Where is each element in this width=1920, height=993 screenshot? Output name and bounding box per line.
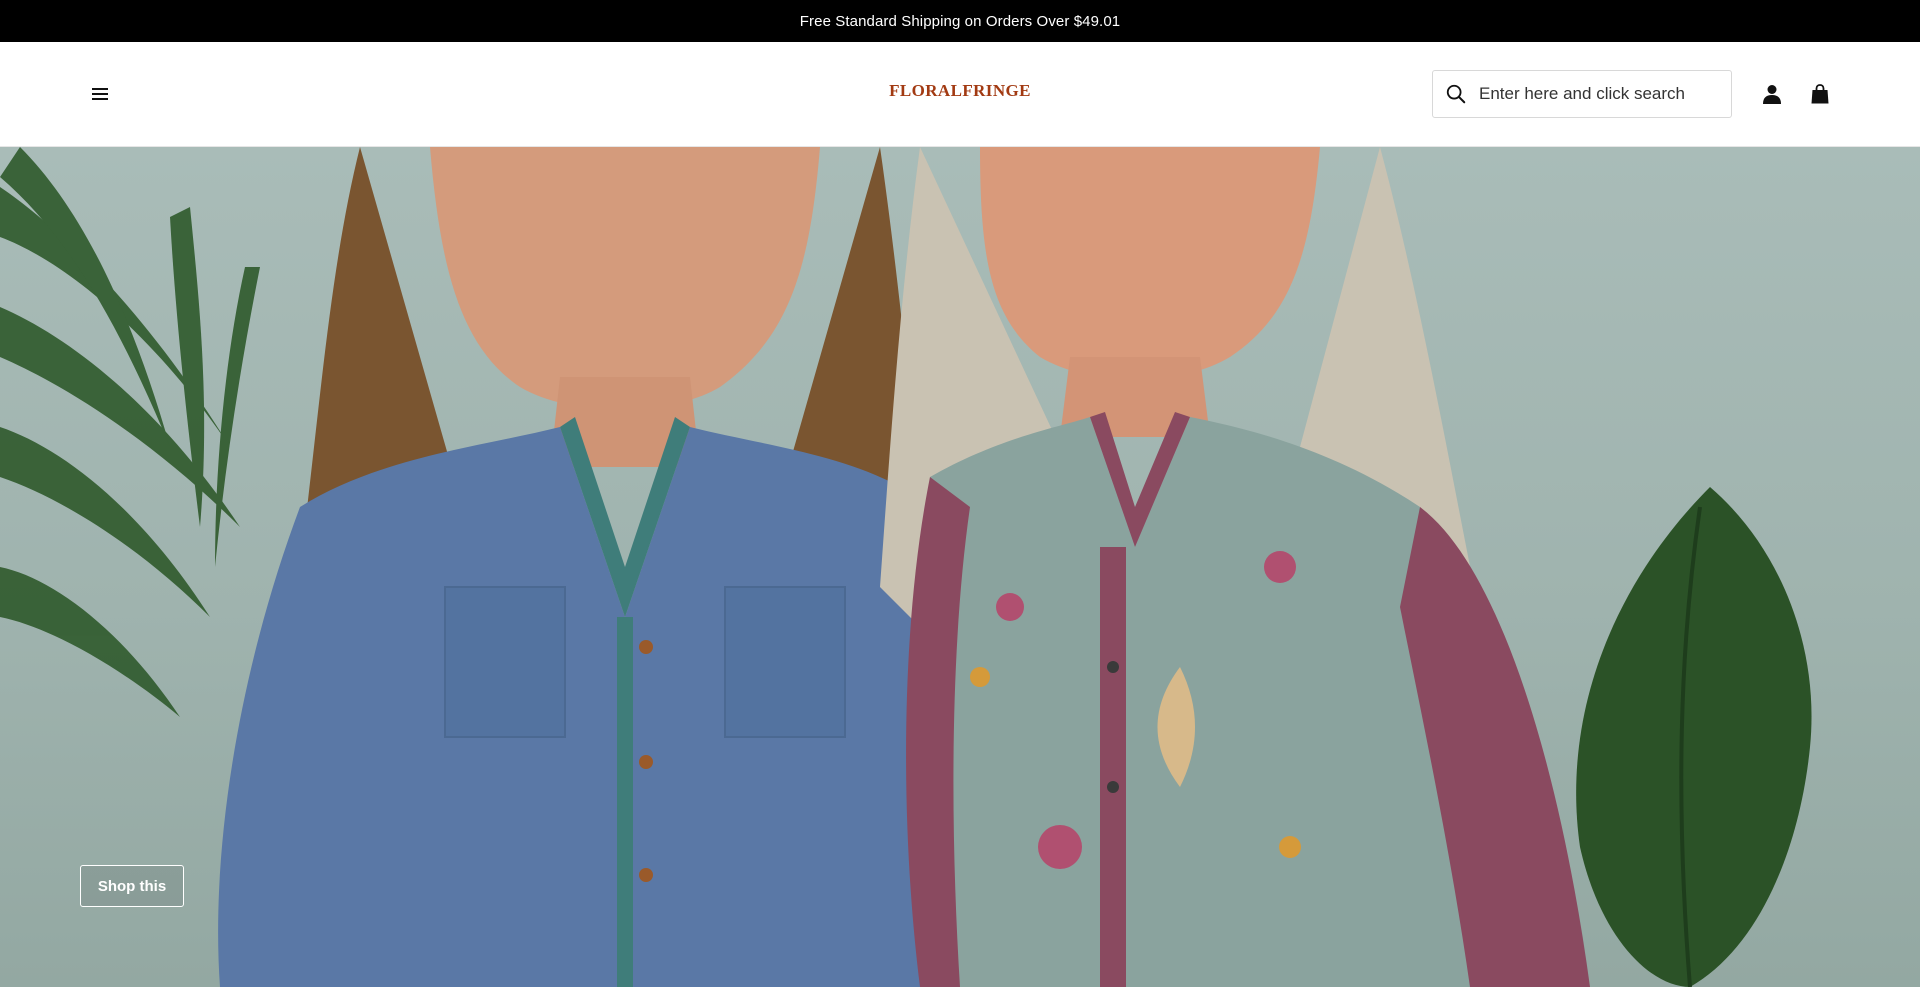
search-box[interactable] (1432, 70, 1732, 118)
site-header: FLORALFRINGE (0, 42, 1920, 147)
search-icon[interactable] (1445, 83, 1467, 105)
large-leaf (1576, 487, 1812, 987)
shop-this-button[interactable]: Shop this (80, 865, 184, 907)
user-icon[interactable] (1760, 81, 1784, 107)
right-woman (880, 147, 1590, 987)
hero-banner[interactable] (0, 147, 1920, 987)
announcement-text: Free Standard Shipping on Orders Over $4… (799, 12, 1121, 30)
search-input[interactable] (1479, 84, 1719, 104)
two-women-in-linen-shirts-photo (0, 147, 1812, 987)
site-logo[interactable]: FLORALFRINGE (889, 81, 1031, 100)
announcement-bar: Free Standard Shipping on Orders Over $4… (0, 0, 1920, 42)
hamburger-menu-icon[interactable] (86, 80, 114, 108)
left-woman (218, 147, 994, 987)
shopping-bag-icon[interactable] (1808, 81, 1832, 107)
palm-plant (0, 147, 260, 717)
